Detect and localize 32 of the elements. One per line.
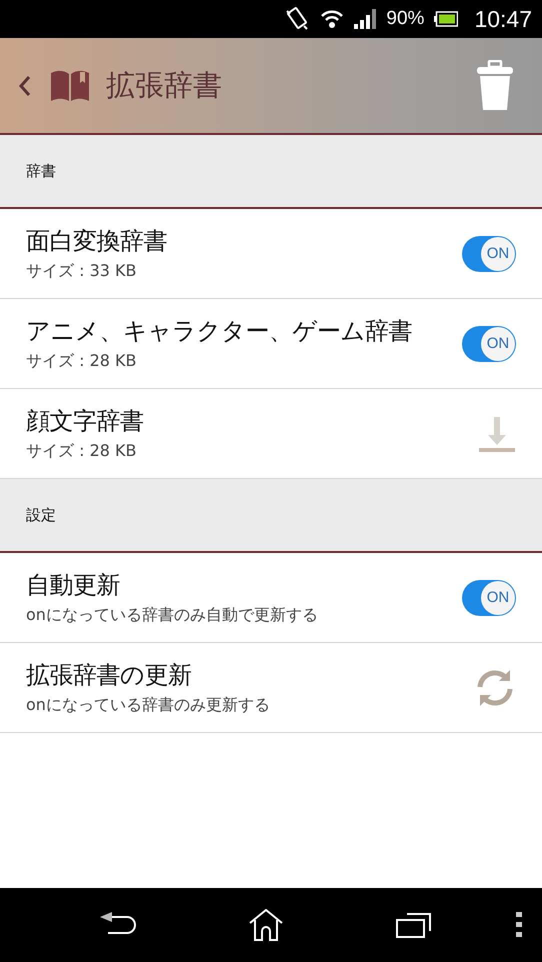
row-subtitle: サイズ : 28 KB (26, 351, 138, 372)
recent-apps-button[interactable] (396, 912, 432, 938)
toggle-switch[interactable]: ON (462, 236, 516, 272)
row-title: 拡張辞書の更新 (26, 660, 192, 691)
row-subtitle: サイズ : 28 KB (26, 441, 138, 462)
row-subtitle: onになっている辞書のみ更新する (26, 695, 271, 716)
trash-icon[interactable] (476, 60, 514, 112)
row-subtitle: サイズ : 33 KB (26, 261, 138, 282)
section-title: 設定 (26, 506, 56, 524)
row-title: 顔文字辞書 (26, 406, 144, 437)
settings-row[interactable]: 自動更新 onになっている辞書のみ自動で更新する ON (0, 553, 542, 643)
vibrate-icon (284, 6, 310, 32)
settings-row[interactable]: 拡張辞書の更新 onになっている辞書のみ更新する (0, 643, 542, 733)
row-subtitle: onになっている辞書のみ自動で更新する (26, 605, 319, 626)
row-title: 自動更新 (26, 570, 121, 601)
clock-time: 10:47 (474, 6, 532, 32)
settings-row[interactable]: 面白変換辞書 サイズ : 33 KB ON (0, 209, 542, 299)
toggle-switch[interactable]: ON (462, 580, 516, 616)
signal-icon (354, 8, 376, 30)
toggle-switch[interactable]: ON (462, 326, 516, 362)
wifi-icon (320, 8, 344, 30)
back-button[interactable] (18, 74, 32, 96)
home-button[interactable] (248, 909, 284, 941)
row-title: アニメ、キャラクター、ゲーム辞書 (26, 316, 413, 347)
screen-title: 拡張辞書 (106, 66, 223, 104)
battery-percent: 90% (386, 8, 424, 30)
menu-icon[interactable] (516, 912, 522, 938)
battery-icon (434, 11, 458, 27)
book-icon (50, 70, 90, 102)
row-title: 面白変換辞書 (26, 226, 168, 257)
settings-row[interactable]: アニメ、キャラクター、ゲーム辞書 サイズ : 28 KB ON (0, 299, 542, 389)
section-title: 辞書 (26, 162, 56, 180)
